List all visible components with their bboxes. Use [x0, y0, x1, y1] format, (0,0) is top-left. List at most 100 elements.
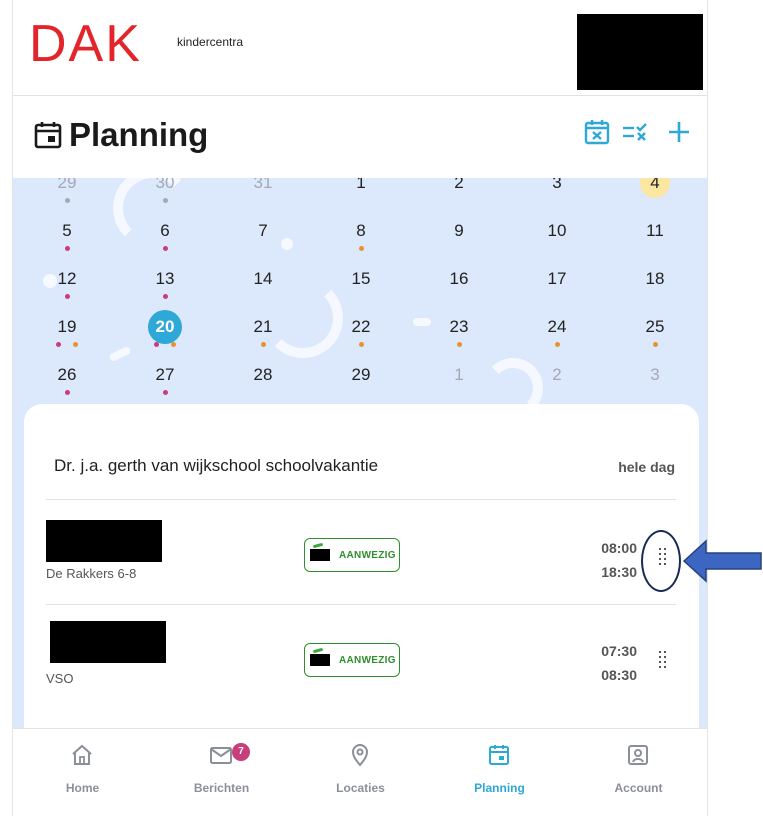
bottom-nav: Home 7 Berichten Locaties Planning Accou…	[13, 728, 707, 816]
event-dot	[554, 342, 560, 347]
event-dots	[635, 342, 675, 350]
calendar-day[interactable]: 7	[243, 216, 283, 260]
leaf-icon	[312, 542, 324, 549]
nav-home[interactable]: Home	[13, 729, 152, 816]
calendar-day[interactable]: 25	[635, 312, 675, 356]
redacted-child-name	[50, 621, 166, 663]
day-number: 29	[57, 178, 77, 192]
event-dots	[47, 246, 87, 254]
day-number: 27	[155, 365, 175, 384]
calendar-day[interactable]: 9	[439, 216, 479, 260]
calendar-day[interactable]: 29	[47, 178, 87, 212]
event-duration: hele dag	[618, 459, 675, 475]
annotation-ellipse	[641, 530, 681, 592]
calendar-day[interactable]: 13	[145, 264, 185, 308]
event-dots	[47, 342, 87, 350]
calendar-day[interactable]: 4	[635, 178, 675, 212]
more-menu-icon[interactable]	[655, 647, 671, 677]
event-dot	[73, 342, 78, 347]
day-number: 3	[650, 365, 660, 384]
calendar-day[interactable]: 24	[537, 312, 577, 356]
calendar-day[interactable]: 3	[635, 360, 675, 404]
event-dot	[64, 294, 70, 299]
day-number: 25	[645, 317, 665, 336]
logo[interactable]: DAK	[29, 18, 142, 70]
event-dots	[243, 198, 283, 206]
calendar-day[interactable]: 15	[341, 264, 381, 308]
calendar-day[interactable]: 23	[439, 312, 479, 356]
plus-icon[interactable]	[665, 118, 693, 146]
calendar-day[interactable]: 10	[537, 216, 577, 260]
status-badge[interactable]: AANWEZIG	[304, 643, 400, 677]
event-dots	[243, 390, 283, 398]
status-badge[interactable]: AANWEZIG	[304, 538, 400, 572]
calendar-day[interactable]: 2	[537, 360, 577, 404]
decoration	[413, 318, 431, 326]
calendar-day[interactable]: 31	[243, 178, 283, 212]
event-title: Dr. j.a. gerth van wijkschool schoolvaka…	[54, 456, 379, 475]
event-dots	[635, 246, 675, 254]
unread-badge: 7	[232, 743, 250, 761]
calendar-day[interactable]: 28	[243, 360, 283, 404]
event-dot	[56, 342, 61, 347]
day-details-card: Dr. j.a. gerth van wijkschool schoolvaka…	[24, 404, 699, 744]
event-dot	[652, 342, 658, 347]
calendar-cancel-icon[interactable]	[583, 118, 611, 146]
planning-entry[interactable]: De Rakkers 6-8 AANWEZIG 08:00 18:30	[24, 500, 699, 604]
event-dots	[243, 246, 283, 254]
nav-berichten[interactable]: 7 Berichten	[152, 729, 291, 816]
event-dots	[439, 246, 479, 254]
nav-locaties[interactable]: Locaties	[291, 729, 430, 816]
entry-end: 08:30	[601, 667, 637, 683]
event-dots	[537, 342, 577, 350]
day-number: 26	[57, 365, 77, 384]
calendar-day[interactable]: 6	[145, 216, 185, 260]
day-number: 3	[552, 178, 562, 192]
day-number: 9	[454, 221, 464, 240]
event-dots	[341, 342, 381, 350]
calendar-day[interactable]: 12	[47, 264, 87, 308]
calendar-day[interactable]: 18	[635, 264, 675, 308]
redacted-block	[577, 14, 703, 90]
calendar-day[interactable]: 8	[341, 216, 381, 260]
event-dot	[162, 390, 168, 395]
event-dots	[145, 390, 185, 398]
calendar-day[interactable]: 16	[439, 264, 479, 308]
event-dots	[47, 198, 87, 206]
day-number: 21	[253, 317, 273, 336]
calendar-day[interactable]: 22	[341, 312, 381, 356]
day-number: 14	[253, 269, 273, 288]
calendar-day[interactable]: 2	[439, 178, 479, 212]
calendar-day[interactable]: 14	[243, 264, 283, 308]
calendar-day[interactable]: 11	[635, 216, 675, 260]
calendar-day[interactable]: 19	[47, 312, 87, 356]
nav-planning[interactable]: Planning	[430, 729, 569, 816]
calendar-icon	[34, 122, 62, 149]
calendar-day[interactable]: 29	[341, 360, 381, 404]
calendar-day[interactable]: 17	[537, 264, 577, 308]
calendar-day[interactable]: 3	[537, 178, 577, 212]
calendar-day[interactable]: 27	[145, 360, 185, 404]
calendar-day[interactable]: 21	[243, 312, 283, 356]
calendar-day[interactable]: 20	[145, 310, 185, 356]
list-check-icon[interactable]	[621, 118, 649, 146]
event-dots	[341, 294, 381, 302]
event-dots	[635, 198, 675, 206]
calendar-day[interactable]: 1	[439, 360, 479, 404]
event-dot	[64, 246, 70, 251]
home-icon	[72, 744, 92, 765]
day-number: 28	[253, 365, 273, 384]
calendar-day[interactable]: 5	[47, 216, 87, 260]
nav-account[interactable]: Account	[569, 729, 707, 816]
mail-icon	[210, 747, 232, 764]
calendar-day[interactable]: 26	[47, 360, 87, 404]
account-icon	[628, 745, 648, 765]
day-number: 10	[547, 221, 567, 240]
logo-subtitle: kindercentra	[177, 35, 244, 49]
calendar-day[interactable]: 30	[145, 178, 185, 212]
redacted-child-name	[46, 520, 162, 562]
day-number: 1	[454, 365, 464, 384]
calendar-day[interactable]: 1	[341, 178, 381, 212]
planning-entry[interactable]: VSO AANWEZIG 07:30 08:30	[24, 605, 699, 709]
day-number: 7	[258, 221, 268, 240]
